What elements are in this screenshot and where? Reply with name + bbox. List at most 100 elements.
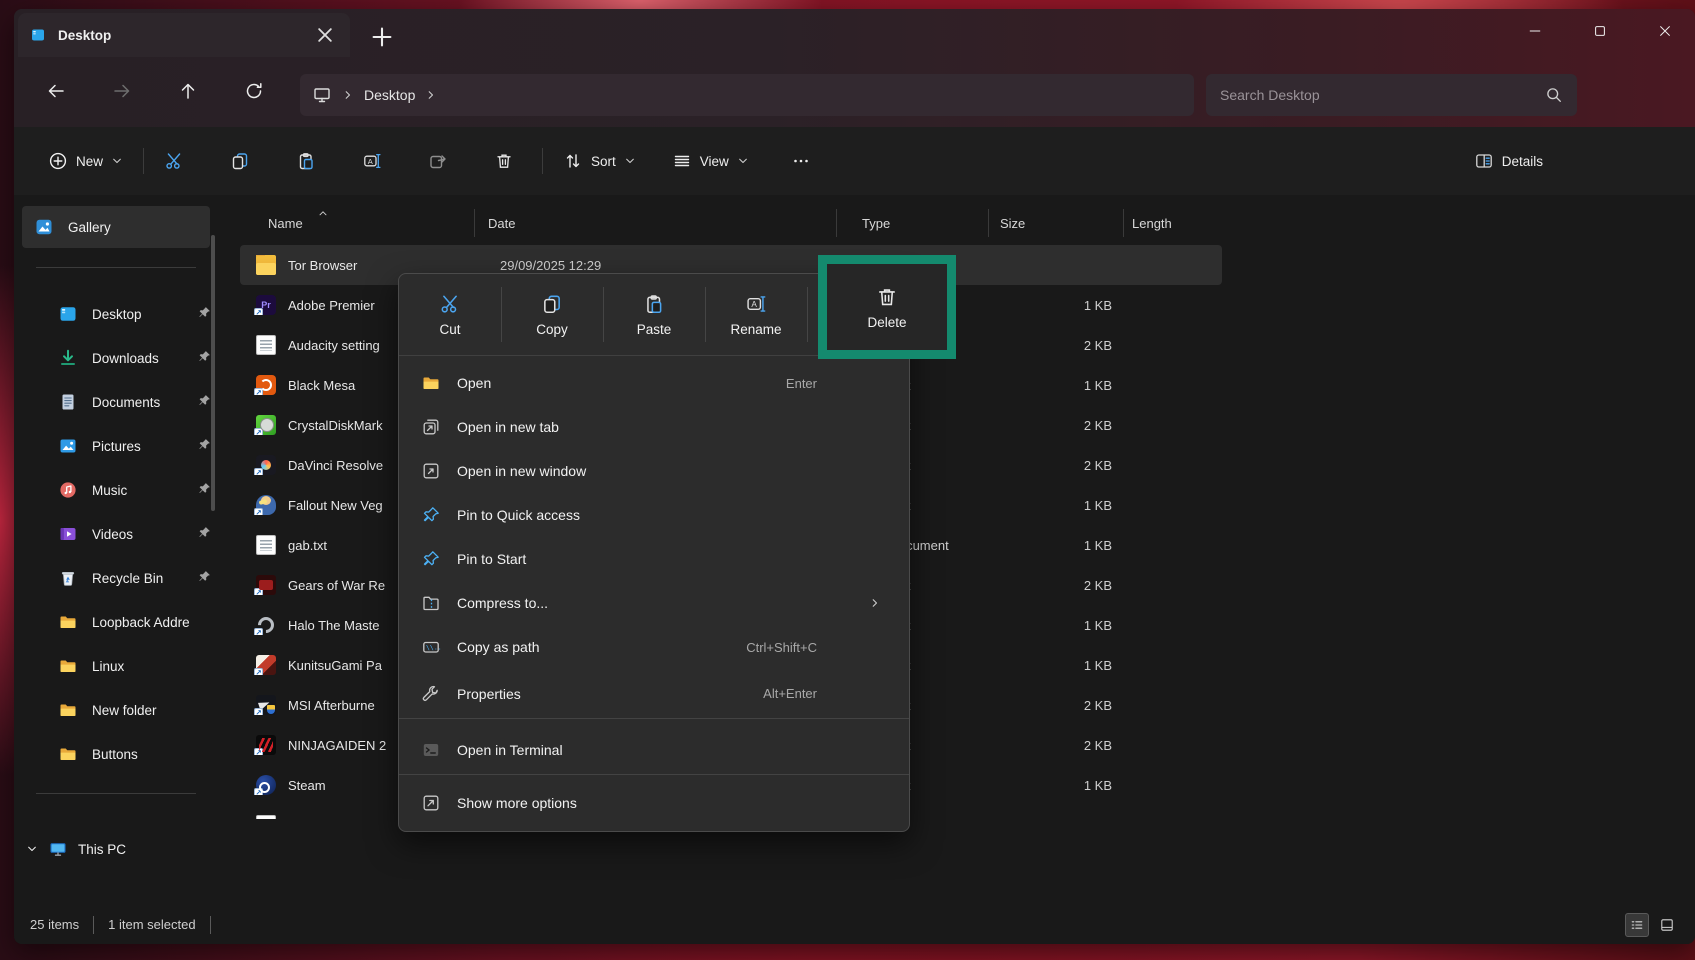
this-pc-icon[interactable]: [312, 85, 332, 105]
sidebar-item[interactable]: Downloads: [22, 336, 222, 380]
context-menu-quick-action[interactable]: A Rename: [705, 274, 807, 355]
file-name: Halo The Maste: [288, 618, 380, 633]
context-menu-item[interactable]: Open in new tab: [399, 405, 909, 449]
breadcrumb-desktop[interactable]: Desktop: [364, 87, 415, 103]
new-tab-button[interactable]: [366, 23, 398, 51]
delete-highlight-annotation[interactable]: Delete: [818, 255, 956, 359]
shortcut-arrow-badge: [254, 628, 263, 635]
context-menu-item[interactable]: Properties Alt+Enter: [399, 669, 909, 719]
tab-title: Desktop: [58, 28, 300, 43]
column-header-size[interactable]: Size: [988, 216, 1123, 231]
search-box[interactable]: [1206, 74, 1577, 116]
column-divider[interactable]: [836, 209, 837, 237]
minimize-button[interactable]: [1505, 9, 1565, 53]
back-button[interactable]: [36, 71, 76, 111]
context-menu-item[interactable]: Open Enter: [399, 361, 909, 405]
refresh-button[interactable]: [234, 71, 274, 111]
delete-annotation-label: Delete: [867, 315, 906, 330]
context-menu-item[interactable]: Open in new window: [399, 449, 909, 493]
sidebar-item[interactable]: Linux: [22, 644, 222, 688]
file-icon: [256, 575, 276, 595]
menu-item-label: Pin to Start: [457, 551, 801, 567]
column-divider[interactable]: [988, 209, 989, 237]
sidebar-item-icon: [58, 304, 78, 324]
details-view-toggle[interactable]: [1625, 913, 1649, 937]
menu-item-icon: [421, 373, 441, 393]
file-icon: [256, 495, 276, 515]
close-button[interactable]: [1635, 9, 1695, 53]
column-header-name[interactable]: Name: [240, 216, 474, 231]
sidebar-item[interactable]: Recycle Bin: [22, 556, 222, 600]
minimize-icon: [1527, 23, 1543, 39]
column-divider[interactable]: [1123, 209, 1124, 237]
copy-button[interactable]: [218, 141, 262, 181]
column-divider[interactable]: [474, 209, 475, 237]
context-menu-quick-action[interactable]: Paste: [603, 274, 705, 355]
sidebar-item[interactable]: New folder: [22, 688, 222, 732]
address-bar[interactable]: Desktop: [300, 74, 1194, 116]
context-menu-item[interactable]: Show more options: [399, 781, 909, 825]
rename-button[interactable]: A: [350, 141, 394, 181]
context-menu-item[interactable]: \\.. Copy as path Ctrl+Shift+C: [399, 625, 909, 669]
quick-action-icon: [643, 293, 665, 315]
pin-icon: [197, 393, 212, 408]
context-menu-item[interactable]: Open in Terminal: [399, 725, 909, 775]
context-menu-quick-action[interactable]: Copy: [501, 274, 603, 355]
chevron-down-icon: [111, 155, 123, 167]
file-name: Audacity setting: [288, 338, 380, 353]
cut-button[interactable]: [152, 141, 196, 181]
sidebar-item[interactable]: Loopback Addre: [22, 600, 222, 644]
sidebar-item[interactable]: Buttons: [22, 732, 222, 776]
thumbnail-view-toggle[interactable]: [1655, 913, 1679, 937]
file-name: gab.txt: [288, 538, 327, 553]
explorer-tab-desktop[interactable]: Desktop: [18, 13, 350, 57]
sidebar-scrollbar[interactable]: [211, 235, 215, 511]
column-header-date[interactable]: Date: [474, 216, 836, 231]
column-header-type[interactable]: Type: [836, 216, 988, 231]
file-size: 2 KB: [988, 578, 1123, 593]
share-button[interactable]: [416, 141, 460, 181]
sidebar-item-label: Videos: [92, 527, 133, 542]
see-more-button[interactable]: [779, 141, 823, 181]
quick-action-label: Copy: [536, 322, 568, 337]
sidebar-item-icon: [58, 612, 78, 632]
sidebar-item[interactable]: Music: [22, 468, 222, 512]
sidebar-item[interactable]: Desktop: [22, 292, 222, 336]
tab-close-icon[interactable]: [312, 22, 338, 48]
breadcrumb-chevron-icon[interactable]: [342, 89, 354, 101]
context-menu-quick-action[interactable]: Cut: [399, 274, 501, 355]
expand-chevron-icon[interactable]: [26, 843, 38, 855]
maximize-button[interactable]: [1570, 9, 1630, 53]
forward-button[interactable]: [102, 71, 142, 111]
sidebar-item[interactable]: Pictures: [22, 424, 222, 468]
sidebar-item-label: Pictures: [92, 439, 141, 454]
this-pc-label: This PC: [78, 842, 126, 857]
context-menu-item[interactable]: Pin to Start: [399, 537, 909, 581]
sidebar-item[interactable]: Documents: [22, 380, 222, 424]
column-header-length[interactable]: Length: [1123, 216, 1222, 231]
sidebar-item-label: Buttons: [92, 747, 138, 762]
context-menu-item[interactable]: Pin to Quick access: [399, 493, 909, 537]
menu-item-icon: [421, 417, 441, 437]
up-button[interactable]: [168, 71, 208, 111]
delete-button[interactable]: [482, 141, 526, 181]
status-bar: 25 items 1 item selected: [14, 905, 1695, 944]
view-button[interactable]: View: [660, 141, 761, 181]
new-button[interactable]: New: [36, 141, 135, 181]
breadcrumb-chevron-icon[interactable]: [425, 89, 437, 101]
details-pane-button[interactable]: Details: [1462, 141, 1555, 181]
search-input[interactable]: [1220, 87, 1545, 103]
file-size: 2 KB: [988, 738, 1123, 753]
context-menu-item[interactable]: Compress to...: [399, 581, 909, 625]
sidebar-item-this-pc[interactable]: This PC: [22, 829, 222, 869]
file-icon: [256, 455, 276, 475]
sort-button[interactable]: Sort: [551, 141, 648, 181]
file-size: 1 KB: [988, 378, 1123, 393]
file-size: 1 KB: [988, 618, 1123, 633]
sidebar-item[interactable]: Videos: [22, 512, 222, 556]
chevron-down-icon: [624, 155, 636, 167]
paste-button[interactable]: [284, 141, 328, 181]
selection-count: 1 item selected: [108, 917, 195, 932]
shortcut-arrow-badge: [254, 588, 263, 595]
sidebar-item-gallery[interactable]: Gallery: [22, 206, 210, 248]
